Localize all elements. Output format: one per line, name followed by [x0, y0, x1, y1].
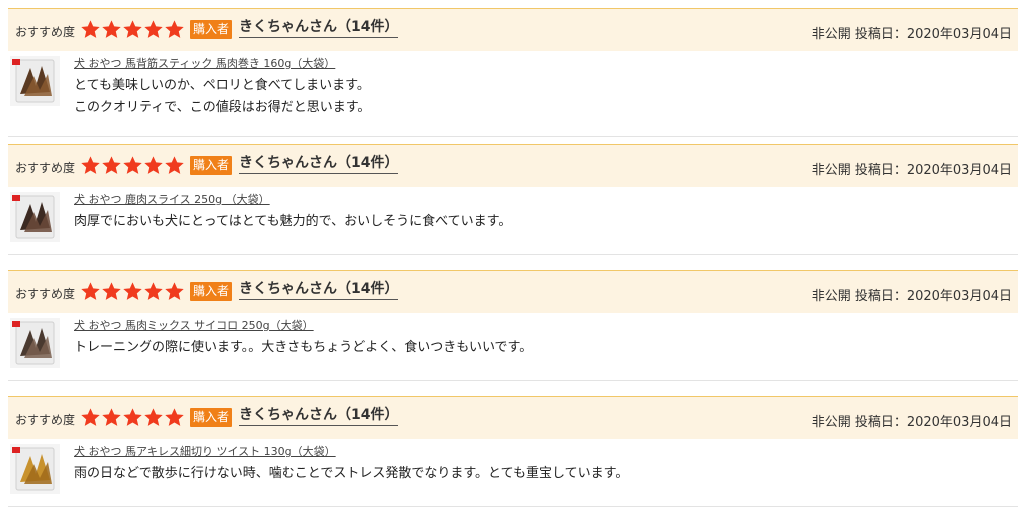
review-text-line: 雨の日などで散歩に行けない時、噛むことでストレス発散でなります。とても重宝してい…: [74, 466, 629, 481]
review-text-line: トレーニングの際に使います。。大きさもちょうどよく、食いつきもいいです。: [74, 340, 533, 355]
star-icon: [143, 155, 164, 176]
rating-stars: [80, 407, 185, 429]
star-icon: [122, 407, 143, 428]
recommend-label: おすすめ度: [15, 25, 76, 39]
star-icon: [80, 281, 101, 302]
review-text-line: 肉厚でにおいも犬にとってはとても魅力的で、おいしそうに食べています。: [74, 214, 512, 229]
rating-stars: [80, 155, 185, 177]
review-text: 肉厚でにおいも犬にとってはとても魅力的で、おいしそうに食べています。: [74, 211, 511, 233]
review-item: おすすめ度 購入者 きくちゃんさん（14件） 非公開 投稿日：2020年03月04日犬…: [8, 8, 1018, 137]
star-icon: [143, 407, 164, 428]
star-icon: [80, 155, 101, 176]
buyer-badge: 購入者: [190, 20, 233, 39]
star-icon: [164, 19, 185, 40]
buyer-badge: 購入者: [190, 156, 233, 175]
star-icon: [122, 281, 143, 302]
review-meta: 非公開 投稿日：2020年03月04日: [811, 289, 1012, 304]
rating-stars: [80, 19, 185, 41]
recommend-label: おすすめ度: [15, 287, 76, 301]
star-icon: [80, 19, 101, 40]
review-text: トレーニングの際に使います。。大きさもちょうどよく、食いつきもいいです。: [74, 337, 532, 359]
rating-stars: [80, 281, 185, 303]
buyer-badge: 購入者: [190, 282, 233, 301]
review-header: おすすめ度 購入者 きくちゃんさん（14件） 非公開 投稿日：2020年03月04日: [8, 8, 1018, 51]
review-item: おすすめ度 購入者 きくちゃんさん（14件） 非公開 投稿日：2020年03月04日犬…: [8, 270, 1018, 381]
product-link[interactable]: 犬 おやつ 鹿肉スライス 250g （大袋）: [74, 191, 270, 207]
star-icon: [101, 407, 122, 428]
reviewer-link[interactable]: きくちゃんさん（14件）: [239, 16, 399, 38]
product-thumbnail[interactable]: [10, 56, 60, 106]
star-icon: [143, 19, 164, 40]
star-icon: [164, 281, 185, 302]
reviewer-link[interactable]: きくちゃんさん（14件）: [239, 278, 399, 300]
review-header: おすすめ度 購入者 きくちゃんさん（14件） 非公開 投稿日：2020年03月04日: [8, 270, 1018, 313]
review-meta: 非公開 投稿日：2020年03月04日: [811, 415, 1012, 430]
review-header: おすすめ度 購入者 きくちゃんさん（14件） 非公開 投稿日：2020年03月04日: [8, 144, 1018, 187]
review-body: 犬 おやつ 馬背筋スティック 馬肉巻き 160g（大袋） とても美味しいのか、ペロ…: [8, 51, 1018, 137]
product-thumbnail[interactable]: [10, 444, 60, 494]
star-icon: [122, 155, 143, 176]
review-item: おすすめ度 購入者 きくちゃんさん（14件） 非公開 投稿日：2020年03月04日犬…: [8, 396, 1018, 507]
product-link[interactable]: 犬 おやつ 馬肉ミックス サイコロ 250g（大袋）: [74, 317, 314, 333]
review-body: 犬 おやつ 馬アキレス細切り ツイスト 130g（大袋） 雨の日などで散歩に行けな…: [8, 439, 1018, 507]
star-icon: [80, 407, 101, 428]
recommend-label: おすすめ度: [15, 413, 76, 427]
star-icon: [101, 281, 122, 302]
review-header: おすすめ度 購入者 きくちゃんさん（14件） 非公開 投稿日：2020年03月04日: [8, 396, 1018, 439]
review-item: おすすめ度 購入者 きくちゃんさん（14件） 非公開 投稿日：2020年03月04日犬…: [8, 144, 1018, 255]
review-meta: 非公開 投稿日：2020年03月04日: [811, 27, 1012, 42]
buyer-badge: 購入者: [190, 408, 233, 427]
product-thumbnail[interactable]: [10, 192, 60, 242]
review-body: 犬 おやつ 馬肉ミックス サイコロ 250g（大袋） トレーニングの際に使います。…: [8, 313, 1018, 381]
star-icon: [143, 281, 164, 302]
review-text-line: このクオリティで、この値段はお得だと思います。: [74, 100, 371, 115]
review-text: とても美味しいのか、ペロリと食べてしまいます。 このクオリティで、この値段はお得だ…: [74, 75, 370, 119]
star-icon: [101, 19, 122, 40]
review-text-line: とても美味しいのか、ペロリと食べてしまいます。: [74, 78, 370, 93]
star-icon: [164, 155, 185, 176]
star-icon: [122, 19, 143, 40]
reviewer-link[interactable]: きくちゃんさん（14件）: [239, 404, 399, 426]
review-body: 犬 おやつ 鹿肉スライス 250g （大袋） 肉厚でにおいも犬にとってはとても魅力…: [8, 187, 1018, 255]
recommend-label: おすすめ度: [15, 161, 76, 175]
review-meta: 非公開 投稿日：2020年03月04日: [811, 163, 1012, 178]
review-text: 雨の日などで散歩に行けない時、噛むことでストレス発散でなります。とても重宝してい…: [74, 463, 628, 485]
star-icon: [101, 155, 122, 176]
product-link[interactable]: 犬 おやつ 馬背筋スティック 馬肉巻き 160g（大袋）: [74, 55, 335, 71]
star-icon: [164, 407, 185, 428]
product-thumbnail[interactable]: [10, 318, 60, 368]
product-link[interactable]: 犬 おやつ 馬アキレス細切り ツイスト 130g（大袋）: [74, 443, 336, 459]
reviewer-link[interactable]: きくちゃんさん（14件）: [239, 152, 399, 174]
